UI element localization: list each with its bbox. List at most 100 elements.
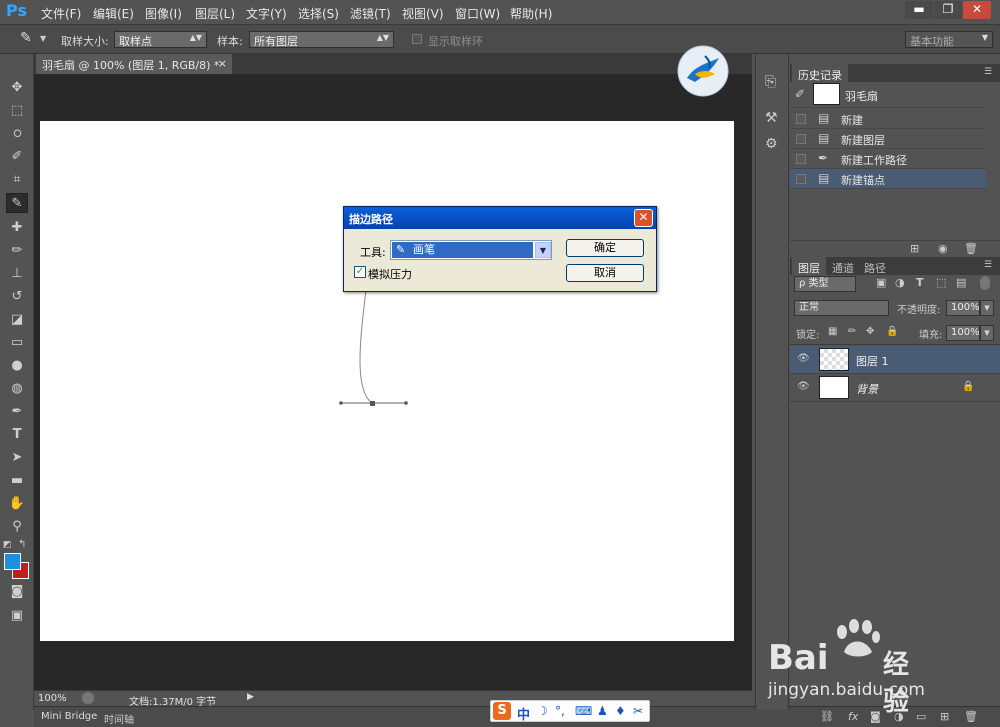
- close-window-button[interactable]: ✕: [963, 1, 991, 19]
- mini-bridge-tab[interactable]: Mini Bridge: [41, 711, 97, 722]
- dialog-close-button[interactable]: ✕: [634, 209, 653, 227]
- history-item[interactable]: ✒ 新建工作路径: [790, 149, 986, 169]
- clone-stamp-tool-icon[interactable]: ⊥: [6, 264, 28, 284]
- blend-mode-select[interactable]: 正常: [794, 300, 889, 316]
- smart-object-filter-icon[interactable]: ▤: [956, 276, 966, 289]
- chevron-down-icon[interactable]: ▼: [40, 34, 46, 43]
- filter-toggle[interactable]: [980, 276, 990, 290]
- default-colors-icon[interactable]: ◩: [3, 540, 12, 550]
- crop-tool-icon[interactable]: ⌗: [6, 170, 28, 190]
- menu-file[interactable]: 文件(F): [41, 5, 81, 22]
- swap-colors-icon[interactable]: ↰: [18, 539, 26, 550]
- lasso-tool-icon[interactable]: ഠ: [6, 124, 28, 144]
- menu-edit[interactable]: 编辑(E): [93, 5, 134, 22]
- eye-icon[interactable]: 👁: [797, 381, 810, 392]
- cancel-button[interactable]: 取消: [566, 264, 644, 282]
- pen-tool-icon[interactable]: ✒: [6, 402, 28, 422]
- tab-layers[interactable]: 图层: [792, 257, 826, 275]
- trash-icon[interactable]: 🗑: [964, 710, 978, 723]
- lock-position-icon[interactable]: ✥: [866, 326, 874, 337]
- history-source-checkbox[interactable]: [796, 114, 806, 124]
- lock-all-icon[interactable]: 🔒: [886, 326, 898, 337]
- history-source-checkbox[interactable]: [796, 154, 806, 164]
- brush-presets-icon[interactable]: ⚒: [765, 110, 778, 126]
- panel-menu-icon[interactable]: ☰: [984, 67, 992, 77]
- menu-help[interactable]: 帮助(H): [510, 5, 552, 22]
- dialog-title-bar[interactable]: 描边路径: [344, 207, 656, 229]
- fx-icon[interactable]: fx: [848, 710, 858, 723]
- path-select-tool-icon[interactable]: ➤: [6, 448, 28, 468]
- marquee-tool-icon[interactable]: ⬚: [6, 101, 28, 121]
- sample-size-select[interactable]: 取样点 ▲▼: [114, 31, 207, 48]
- gradient-tool-icon[interactable]: ▭: [6, 333, 28, 353]
- anchor-point[interactable]: [370, 401, 375, 406]
- simulate-pressure-checkbox[interactable]: ✓: [354, 266, 366, 278]
- chevron-down-icon[interactable]: ▼: [980, 300, 994, 316]
- link-layers-icon[interactable]: ⛓: [820, 710, 834, 723]
- history-item[interactable]: ▤ 新建图层: [790, 129, 986, 149]
- new-layer-icon[interactable]: ⊞: [940, 710, 949, 723]
- camera-icon[interactable]: ◉: [938, 242, 948, 255]
- tools-icon[interactable]: ✂: [633, 704, 643, 718]
- type-filter-icon[interactable]: T: [916, 276, 924, 289]
- timeline-tab[interactable]: 时间轴: [104, 711, 134, 726]
- trash-icon[interactable]: 🗑: [964, 242, 978, 255]
- menu-filter[interactable]: 滤镜(T): [350, 5, 391, 22]
- document-tab[interactable]: 羽毛扇 @ 100% (图层 1, RGB/8) * ×: [36, 54, 232, 74]
- direction-handle[interactable]: [339, 401, 343, 405]
- eyedropper-tool-icon[interactable]: ✎: [6, 193, 28, 213]
- fill-input[interactable]: 100%: [946, 325, 980, 341]
- menu-image[interactable]: 图像(I): [145, 5, 182, 22]
- status-icon[interactable]: [82, 692, 94, 704]
- menu-view[interactable]: 视图(V): [402, 5, 444, 22]
- layer-row-selected[interactable]: 👁 图层 1: [790, 346, 1000, 374]
- tab-channels[interactable]: 通道: [826, 259, 860, 277]
- zoom-tool-icon[interactable]: ⚲: [6, 517, 28, 537]
- chevron-down-icon[interactable]: ▼: [535, 242, 551, 258]
- group-icon[interactable]: ▭: [916, 710, 926, 723]
- chevron-down-icon[interactable]: ▼: [980, 325, 994, 341]
- direction-handle[interactable]: [404, 401, 408, 405]
- history-item[interactable]: ▤ 新建: [790, 109, 986, 129]
- opacity-input[interactable]: 100%: [946, 300, 980, 316]
- hand-tool-icon[interactable]: ✋: [6, 494, 28, 514]
- skin-icon[interactable]: ♦: [615, 704, 626, 718]
- history-item-selected[interactable]: ▤ 新建锚点: [790, 169, 986, 189]
- history-brush-source-icon[interactable]: ✐: [795, 87, 805, 101]
- eye-icon[interactable]: 👁: [797, 353, 810, 364]
- adjustment-filter-icon[interactable]: ◑: [895, 276, 905, 289]
- blur-tool-icon[interactable]: ●: [6, 356, 28, 376]
- history-brush-tool-icon[interactable]: ↺: [6, 287, 28, 307]
- shape-tool-icon[interactable]: ▬: [6, 471, 28, 491]
- layer-row[interactable]: 👁 背景 🔒: [790, 374, 1000, 402]
- foreground-color-swatch[interactable]: [4, 553, 21, 570]
- work-path[interactable]: [330, 280, 420, 410]
- restore-button[interactable]: ❐: [934, 1, 962, 19]
- punctuation-icon[interactable]: °,: [555, 704, 565, 718]
- status-menu-arrow-icon[interactable]: ▶: [247, 692, 254, 702]
- user-icon[interactable]: ♟: [597, 704, 608, 718]
- menu-type[interactable]: 文字(Y): [246, 5, 287, 22]
- ok-button[interactable]: 确定: [566, 239, 644, 257]
- menu-window[interactable]: 窗口(W): [455, 5, 500, 22]
- eraser-tool-icon[interactable]: ◪: [6, 310, 28, 330]
- healing-brush-tool-icon[interactable]: ✚: [6, 218, 28, 238]
- quick-mask-icon[interactable]: ◙: [6, 582, 28, 602]
- dodge-tool-icon[interactable]: ◍: [6, 379, 28, 399]
- zoom-level[interactable]: 100%: [38, 693, 67, 704]
- quick-select-tool-icon[interactable]: ✐: [6, 147, 28, 167]
- history-source-checkbox[interactable]: [796, 134, 806, 144]
- ime-mode[interactable]: 中: [517, 704, 530, 723]
- layer-mask-icon[interactable]: ◙: [870, 710, 881, 723]
- eyedropper-tool-preset-icon[interactable]: ✎: [20, 30, 32, 46]
- menu-layer[interactable]: 图层(L): [195, 5, 235, 22]
- half-width-icon[interactable]: ☽: [537, 704, 548, 718]
- new-document-from-state-icon[interactable]: ⊞: [910, 242, 919, 255]
- lock-pixels-icon[interactable]: ✏: [848, 326, 856, 337]
- tool-select[interactable]: ✎ 画笔 ▼: [390, 240, 552, 260]
- layer-filter-select[interactable]: ρ 类型: [794, 276, 856, 292]
- tab-paths[interactable]: 路径: [858, 259, 892, 277]
- screen-mode-icon[interactable]: ▣: [6, 606, 28, 626]
- tab-history[interactable]: 历史记录: [792, 64, 848, 82]
- tool-presets-icon[interactable]: ⚙: [765, 136, 778, 152]
